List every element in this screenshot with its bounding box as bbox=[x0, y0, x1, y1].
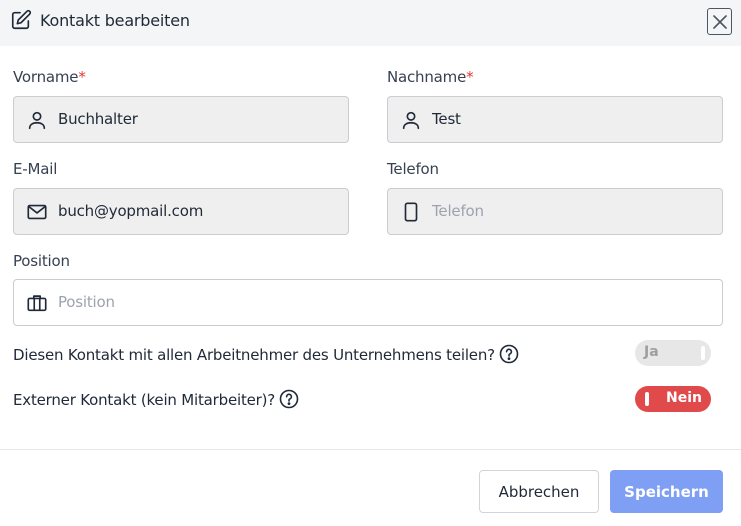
position-label: Position bbox=[13, 252, 70, 270]
telefon-input[interactable] bbox=[432, 189, 712, 234]
mail-icon bbox=[26, 201, 48, 223]
external-toggle[interactable]: Nein bbox=[635, 386, 711, 412]
modal-header: Kontakt bearbeiten bbox=[0, 0, 741, 46]
modal-title: Kontakt bearbeiten bbox=[40, 11, 190, 30]
vorname-label: Vorname* bbox=[13, 68, 86, 86]
telefon-field[interactable] bbox=[387, 188, 723, 235]
close-button[interactable] bbox=[707, 8, 732, 35]
nachname-label: Nachname* bbox=[387, 68, 474, 86]
required-star: * bbox=[466, 68, 474, 86]
email-input[interactable] bbox=[58, 189, 338, 234]
toggle-label: Ja bbox=[644, 344, 659, 360]
edit-icon bbox=[10, 9, 32, 31]
nachname-field[interactable] bbox=[387, 96, 723, 143]
phone-icon bbox=[400, 201, 422, 223]
user-icon bbox=[26, 109, 48, 131]
telefon-label: Telefon bbox=[387, 160, 439, 178]
email-field[interactable] bbox=[13, 188, 349, 235]
vorname-field[interactable] bbox=[13, 96, 349, 143]
close-icon bbox=[712, 14, 727, 29]
help-icon[interactable] bbox=[499, 344, 519, 364]
toggle-knob bbox=[701, 346, 705, 360]
nachname-input[interactable] bbox=[432, 97, 712, 142]
email-label: E-Mail bbox=[13, 160, 58, 178]
share-toggle[interactable]: Ja bbox=[635, 340, 711, 366]
briefcase-icon bbox=[26, 292, 48, 314]
toggle-label: Nein bbox=[666, 390, 702, 406]
cancel-button[interactable]: Abbrechen bbox=[479, 470, 599, 513]
vorname-input[interactable] bbox=[58, 97, 338, 142]
save-button[interactable]: Speichern bbox=[610, 470, 723, 513]
toggle-knob bbox=[645, 392, 649, 406]
user-icon bbox=[400, 109, 422, 131]
external-question: Externer Kontakt (kein Mitarbeiter)? bbox=[13, 389, 299, 409]
position-field[interactable] bbox=[13, 279, 723, 326]
footer-divider bbox=[0, 449, 741, 450]
share-question: Diesen Kontakt mit allen Arbeitnehmer de… bbox=[13, 344, 519, 364]
help-icon[interactable] bbox=[279, 389, 299, 409]
position-input[interactable] bbox=[58, 280, 708, 325]
required-star: * bbox=[78, 68, 86, 86]
